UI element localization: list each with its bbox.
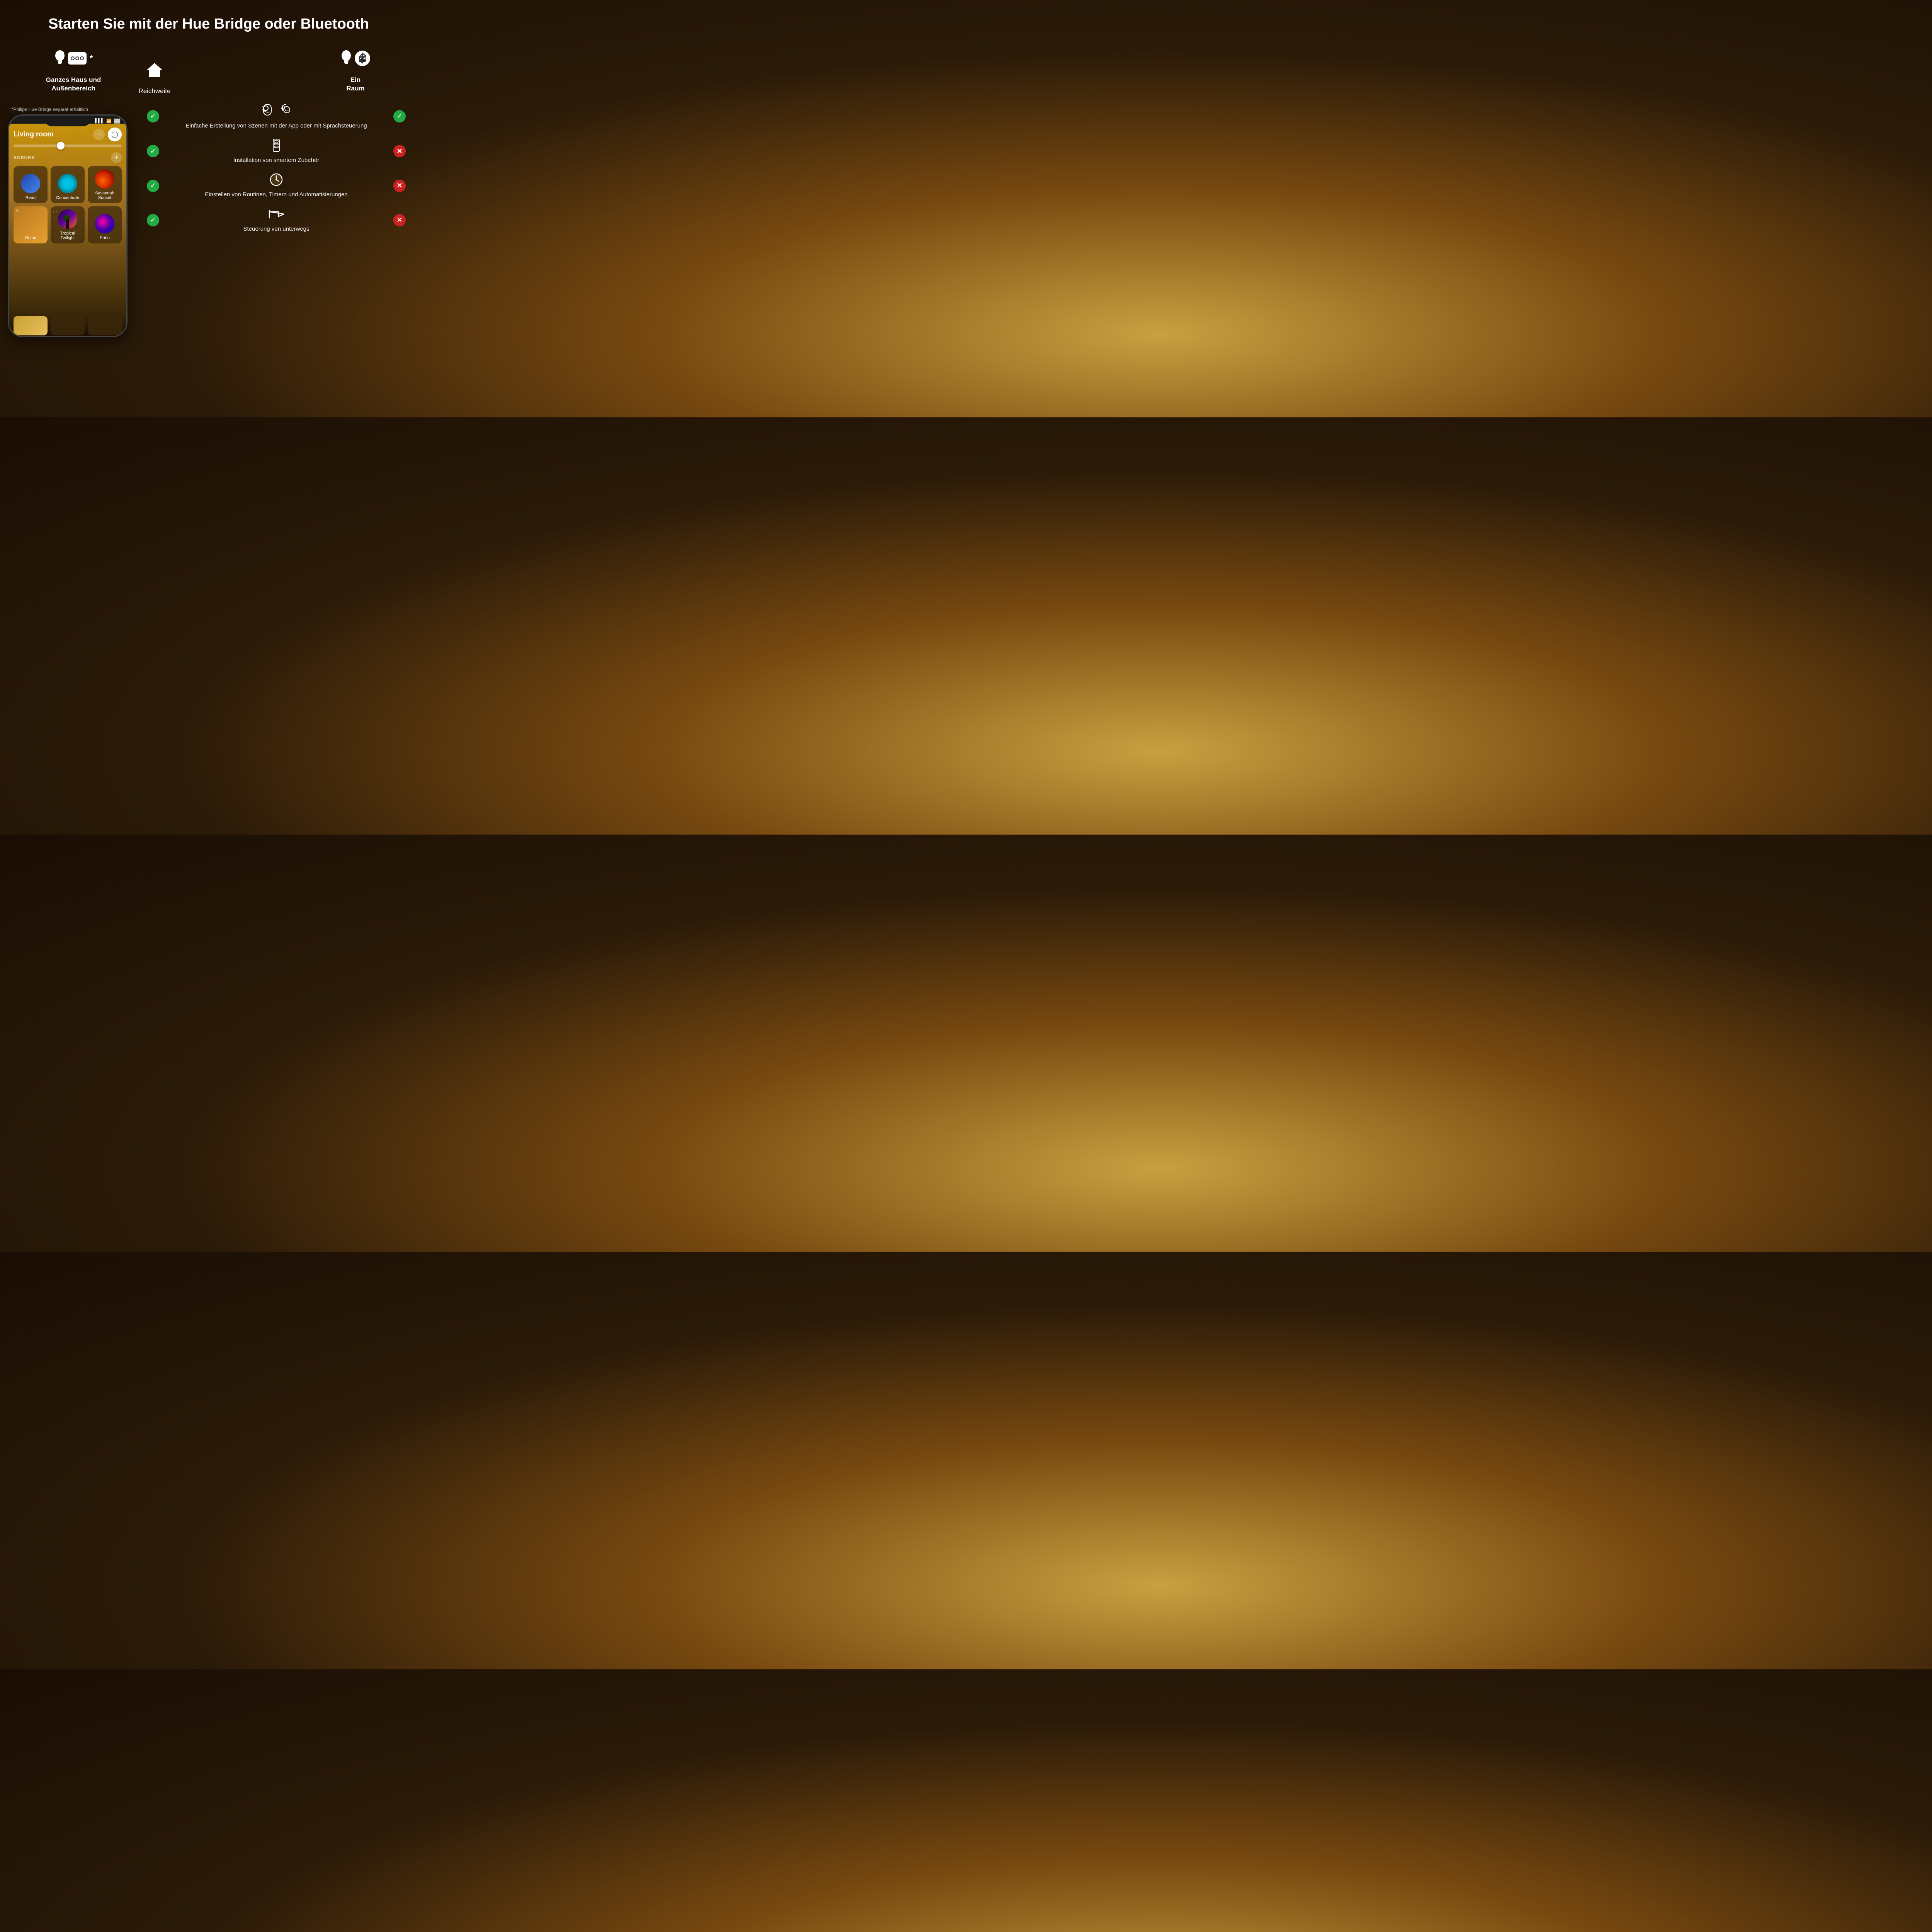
bridge-device-icon: * [54,48,93,68]
bluetooth-symbol-icon: ⬓ [354,50,371,66]
phone-frame: ▌▌▌ 📶 ▓▓ Living room ⋯ ◯ SCENES + [8,114,128,337]
room-name-label: Living room [14,130,53,138]
brightness-slider[interactable] [14,145,122,147]
scene-relax-edit-icon: ✎ [16,209,19,214]
scene-savannah-icon [95,169,114,189]
scene-tropical[interactable]: ⋯ Tropical Twilight [51,206,85,243]
phone-tap-icon [260,103,274,117]
scene-soho[interactable]: Soho [88,206,122,243]
scene-relax-label: Relax [25,236,36,240]
scenes-header: SCENES + [14,152,122,163]
bridge-label: Ganzes Haus und Außenbereich [46,76,101,93]
voice-icons-area [163,103,389,117]
remote-feature-text: Steuerung von unterwegs [163,225,389,233]
accessory-feature-center: Installation von smartem Zubehör [163,138,389,164]
bluetooth-column: ⬓ Ein Raum [317,45,394,93]
bridge-box-icon [67,48,87,68]
remote-icon-area [163,207,389,224]
feature-row-accessory: ✓ Installation von smartem Zubehör ✕ [147,138,406,164]
scene-relax[interactable]: ✎ Relax [14,206,48,243]
home-icon-area [146,56,163,83]
slider-thumb [57,142,65,150]
scene-savannah[interactable]: Savannah Sunset [88,166,122,203]
battery-icon: ▓▓ [114,119,120,124]
reach-column: Reichweite [124,56,185,95]
scene-concentrate-icon [58,174,77,193]
reach-label: Reichweite [138,87,170,95]
page-title: Starten Sie mit der Hue Bridge oder Blue… [0,0,417,41]
add-scene-button[interactable]: + [111,152,122,163]
room-header: Living room ⋯ ◯ [14,128,122,141]
home-icon [146,61,163,78]
bridge-check-routine: ✓ [147,180,159,192]
phone-notch [44,116,91,126]
bridge-check-remote: ✓ [147,214,159,226]
bt-x-remote: ✕ [393,214,406,226]
scene-read-label: Read [26,196,36,200]
more-options-button[interactable]: ⋯ [93,129,105,140]
bt-label: Ein Raum [346,76,364,93]
scene-read-icon [21,174,40,193]
clock-icon [269,173,283,187]
scene-read[interactable]: Read [14,166,48,203]
bridge-check-accessory: ✓ [147,145,159,157]
scene-concentrate-label: Concentrate [56,196,79,200]
feature-row-scenes: ✓ Einfache [147,103,406,130]
remote-feature-center: Steuerung von unterwegs [163,207,389,233]
scene-concentrate[interactable]: Concentrate [51,166,85,203]
accessory-feature-text: Installation von smartem Zubehör [163,156,389,164]
phone-content: Living room ⋯ ◯ SCENES + [9,124,126,313]
routine-feature-center: Einstellen von Routinen, Timern und Auto… [163,173,389,199]
remote-control-icon [269,207,284,221]
signal-icon: ▌▌▌ [95,119,104,124]
feature-row-remote: ✓ Steuerung von unterwegs ✕ [147,207,406,233]
bulb-bt-icon [340,49,352,68]
power-button[interactable]: ◯ [108,128,122,141]
scene-tropical-more-icon: ⋯ [53,209,57,214]
bt-check-scenes: ✓ [393,110,406,122]
bottom-tiles-row [9,313,126,335]
asterisk-label: * [90,53,93,63]
room-actions: ⋯ ◯ [93,128,122,141]
bottom-tile-1 [14,316,48,335]
footnote-text: *Philips Hue Bridge separat erhältlich [0,103,139,114]
bridge-check-scenes: ✓ [147,110,159,122]
scene-savannah-label: Savannah Sunset [91,191,119,200]
scene-soho-label: Soho [100,236,110,240]
scenes-feature-text: Einfache Erstellung von Szenen mit der A… [163,122,389,130]
middle-layout: *Philips Hue Bridge separat erhältlich ▌… [0,103,417,337]
feature-row-routine: ✓ Einstellen von Routinen, Timern und Au… [147,173,406,199]
phone-bottom [9,313,126,336]
scene-tropical-icon [58,209,77,229]
wifi-icon: 📶 [106,119,112,124]
routine-icon-area [163,173,389,189]
bluetooth-icon-area: ⬓ [340,45,371,72]
scene-soho-icon [95,214,114,233]
bluetooth-device-icon: ⬓ [340,49,371,68]
top-icons-section: * Ganzes Haus und Außenbereich Reichweit… [0,45,417,95]
bt-x-routine: ✕ [393,180,406,192]
bottom-tile-3 [88,316,122,335]
scenes-feature-center: Einfache Erstellung von Szenen mit der A… [163,103,389,130]
bottom-tile-2 [51,316,85,335]
features-side: ✓ Einfache [139,103,417,337]
accessory-icon-area [163,138,389,155]
bridge-column: * Ganzes Haus und Außenbereich [23,45,124,93]
bt-x-accessory: ✕ [393,145,406,157]
accessory-icon [269,138,283,152]
scenes-section-label: SCENES [14,155,35,160]
phone-side: *Philips Hue Bridge separat erhältlich ▌… [0,103,139,337]
routine-feature-text: Einstellen von Routinen, Timern und Auto… [163,191,389,199]
scene-tropical-label: Tropical Twilight [54,231,82,240]
voice-assistant-icon [278,103,292,117]
scenes-grid: Read Concentrate Savan [14,166,122,243]
bulb-left-icon [54,49,66,68]
bridge-icon-area: * [54,45,93,72]
